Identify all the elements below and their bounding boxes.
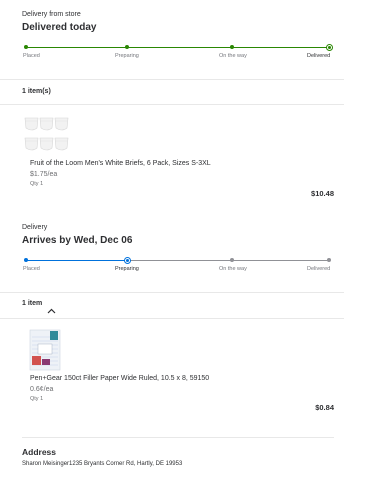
step-label-delivered: Delivered (307, 53, 331, 59)
delivery-status-title: Arrives by Wed, Dec 06 (22, 235, 133, 246)
filler-paper-product-image[interactable] (28, 329, 62, 371)
progress-track-complete (26, 260, 127, 261)
delivery-status-title: Delivered today (22, 22, 97, 33)
item-list-toggle[interactable]: 1 item (22, 300, 56, 313)
step-label-placed: Placed (23, 53, 40, 59)
step-label-on-the-way: On the way (219, 53, 247, 59)
step-label-on-the-way: On the way (219, 266, 247, 272)
step-label-preparing: Preparing (115, 266, 139, 272)
product-unit-price: 0.6¢/ea (30, 386, 54, 393)
step-dot-on-the-way (230, 45, 234, 49)
step-label-placed: Placed (23, 266, 40, 272)
product-name[interactable]: Fruit of the Loom Men's White Briefs, 6 … (30, 160, 211, 167)
progress-track (26, 47, 329, 48)
product-quantity: Qty 1 (30, 181, 44, 187)
section-divider (22, 437, 334, 438)
step-dot-preparing (125, 45, 129, 49)
step-dot-on-the-way (230, 258, 234, 262)
product-quantity: Qty 1 (30, 396, 44, 402)
delivery-progress-tracker: Placed Preparing On the way Delivered (0, 40, 366, 62)
shipping-address: Sharon Meisinger1235 Bryants Corner Rd, … (22, 461, 183, 467)
step-dot-delivered-current (326, 43, 333, 51)
progress-track-remaining (127, 260, 329, 261)
product-total-price: $0.84 (315, 403, 334, 412)
section-divider (0, 292, 344, 293)
step-label-delivered: Delivered (307, 266, 331, 272)
section-divider (0, 318, 344, 319)
item-count: 1 item(s) (22, 88, 51, 95)
step-dot-delivered (327, 258, 331, 262)
address-heading: Address (22, 447, 57, 457)
step-label-preparing: Preparing (115, 53, 139, 59)
step-dot-placed (24, 258, 28, 262)
step-dot-placed (24, 45, 28, 49)
delivery-type-label: Delivery from store (22, 11, 81, 18)
step-dot-preparing-current (123, 256, 131, 264)
delivery-progress-tracker: Placed Preparing On the way Delivered (0, 253, 366, 275)
chevron-up-icon (47, 301, 56, 313)
delivery-type-label: Delivery (22, 224, 48, 231)
section-divider (0, 104, 344, 105)
product-unit-price: $1.75/ea (30, 171, 58, 178)
product-total-price: $10.48 (311, 189, 334, 198)
product-name[interactable]: Pen+Gear 150ct Filler Paper Wide Ruled, … (30, 375, 209, 382)
white-briefs-product-image[interactable] (24, 114, 70, 156)
item-count: 1 item (22, 300, 43, 307)
section-divider (0, 79, 344, 80)
